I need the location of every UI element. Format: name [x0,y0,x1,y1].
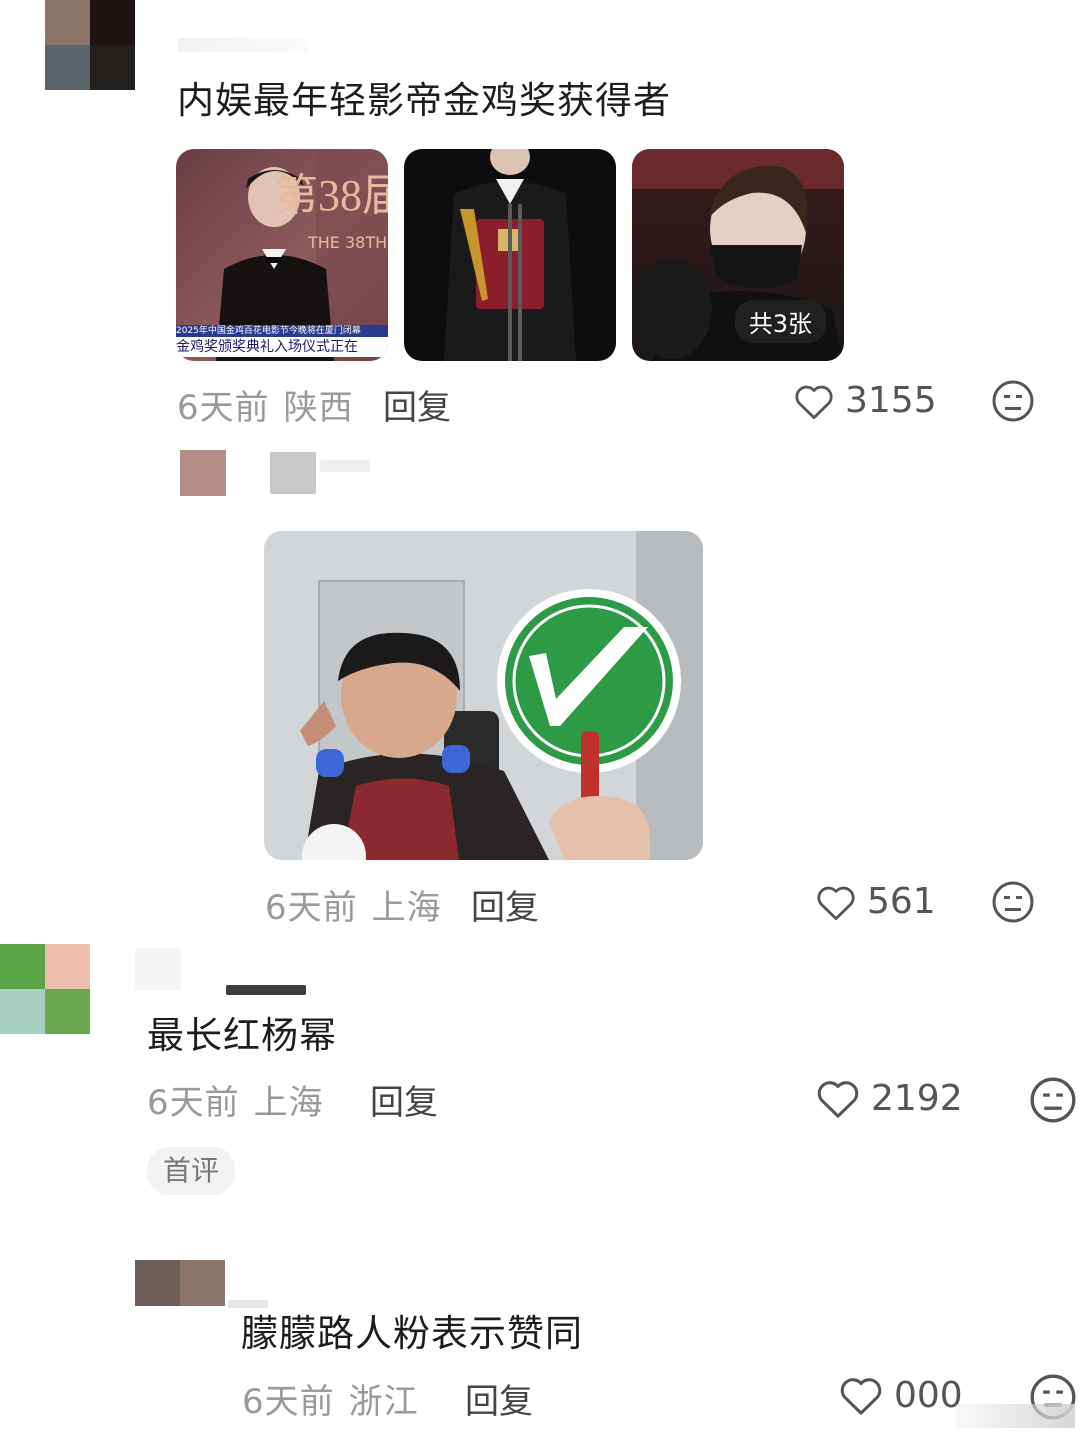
comment-text: 最长红杨幂 [147,1014,337,1057]
image-thumbnail-3[interactable]: 共3张 [632,149,844,361]
dislike-button[interactable] [992,380,1034,426]
heart-icon [793,381,835,421]
comment-time: 6天前 [242,1382,335,1422]
comment-meta: 6天前 上海 [147,1075,324,1124]
username-blurred-tail [226,985,306,995]
like-button[interactable]: 000 [838,1374,963,1416]
neutral-face-icon [992,380,1034,426]
like-count: 2192 [871,1077,963,1119]
comment-location: 浙江 [348,1382,419,1422]
heart-icon [815,1077,861,1119]
avatar[interactable] [135,1260,225,1306]
like-button[interactable]: 561 [815,881,936,922]
comment-location: 陕西 [283,388,354,428]
image-thumbnail-2[interactable] [404,149,616,361]
news-caption-top: 2025年中国金鸡百花电影节今晚将在厦门闭幕 [176,325,388,337]
news-caption-bottom: 金鸡奖颁奖典礼入场仪式正在 [176,337,388,357]
comment-text: 朦朦路人粉表示赞同 [241,1312,583,1355]
reply-button[interactable]: 回复 [471,880,539,929]
dislike-button[interactable] [992,881,1034,927]
avatar[interactable] [180,450,226,496]
comment-meta: 6天前 陕西 [177,380,354,429]
username-blurred-tail [320,460,370,472]
neutral-face-icon [992,881,1034,927]
reply-button[interactable]: 回复 [383,380,451,429]
comment-location: 上海 [371,888,442,928]
comment-time: 6天前 [177,388,270,428]
like-count: 3155 [845,380,937,421]
username-blurred[interactable] [135,948,181,990]
like-button[interactable]: 3155 [793,380,937,421]
comment-time: 6天前 [265,888,358,928]
poster-text-large: 第38届 [274,171,388,220]
neutral-face-icon [1030,1077,1076,1127]
avatar[interactable] [45,0,135,90]
heart-icon [815,882,857,922]
comment-time: 6天前 [147,1083,240,1123]
comment-meta: 6天前 上海 [265,880,442,929]
image-thumbnail-1[interactable]: 第38届 THE 38TH CH 2025年中国金鸡百花电影节今晚将在厦门闭幕 … [176,149,388,361]
comment-text: 内娱最年轻影帝金鸡奖获得者 [177,79,671,122]
watermark-blur [955,1404,1075,1428]
dislike-button[interactable] [1030,1077,1076,1127]
like-count: 000 [894,1374,963,1416]
comment-meta: 6天前 浙江 [242,1374,419,1423]
reply-button[interactable]: 回复 [465,1374,533,1423]
reply-button[interactable]: 回复 [370,1075,438,1124]
like-button[interactable]: 2192 [815,1077,963,1119]
heart-icon [838,1374,884,1416]
comment-location: 上海 [253,1083,324,1123]
poster-text-small: THE 38TH CH [308,233,388,252]
image-count-badge: 共3张 [734,300,826,343]
username-blurred[interactable] [178,38,308,52]
avatar[interactable] [0,944,90,1034]
username-blurred[interactable] [270,452,316,494]
reply-image[interactable] [264,531,703,860]
first-comment-badge: 首评 [147,1147,236,1195]
like-count: 561 [867,881,936,922]
